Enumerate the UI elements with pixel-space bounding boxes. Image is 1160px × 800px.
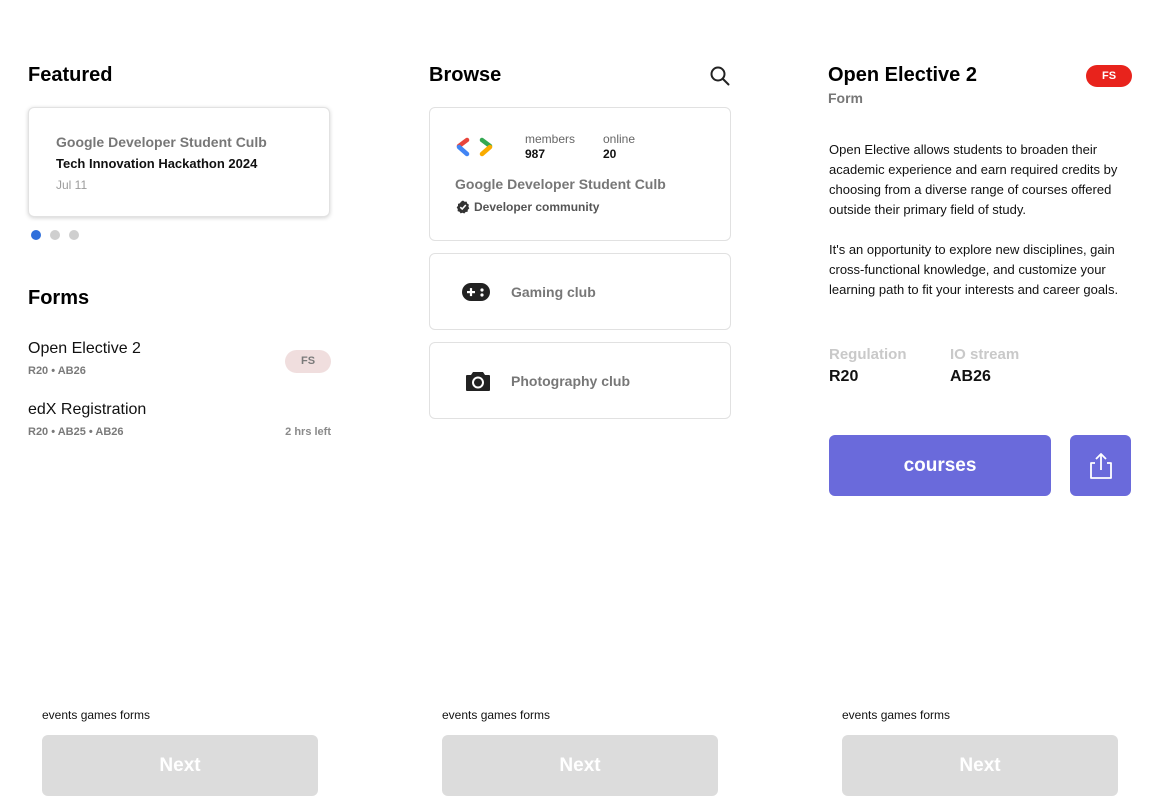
- featured-date: Jul 11: [56, 178, 88, 192]
- bottom-nav-label: events games forms: [42, 708, 151, 722]
- form-item-title: edX Registration: [28, 401, 147, 418]
- form-item-sub: R20 • AB25 • AB26: [28, 426, 124, 438]
- form-item-sub: R20 • AB26: [28, 365, 86, 377]
- courses-button[interactable]: courses: [829, 435, 1051, 496]
- community-card[interactable]: members 987 online 20 Google Developer S…: [429, 107, 731, 241]
- forms-heading: Forms: [28, 287, 90, 309]
- browse-heading: Browse: [429, 64, 502, 86]
- search-icon[interactable]: [708, 64, 732, 88]
- online-count: 20: [603, 147, 617, 161]
- gamepad-icon: [461, 281, 491, 303]
- next-button[interactable]: Next: [842, 735, 1118, 796]
- form-time-left: 2 hrs left: [285, 426, 331, 438]
- detail-paragraph-2: It's an opportunity to explore new disci…: [829, 242, 1119, 297]
- regulation-label: Regulation: [829, 346, 907, 363]
- verified-icon: [456, 200, 470, 214]
- carousel-dot-2[interactable]: [50, 230, 60, 240]
- bottom-nav-label: events games forms: [442, 708, 551, 722]
- regulation-value: R20: [829, 368, 859, 385]
- carousel-dot-3[interactable]: [69, 230, 79, 240]
- bottom-nav-label: events games forms: [842, 708, 951, 722]
- carousel-dot-1[interactable]: [31, 230, 41, 240]
- gdsc-logo: [456, 136, 496, 158]
- stream-label: IO stream: [950, 346, 1020, 363]
- detail-badge: FS: [1086, 65, 1132, 87]
- featured-org: Google Developer Student Culb: [56, 134, 267, 150]
- detail-title: Open Elective 2: [828, 64, 977, 86]
- club-name: Photography club: [511, 373, 630, 389]
- camera-icon: [465, 370, 491, 392]
- stream-value: AB26: [950, 368, 991, 385]
- club-card-gaming[interactable]: Gaming club: [429, 253, 731, 330]
- featured-heading: Featured: [28, 64, 113, 86]
- next-button[interactable]: Next: [442, 735, 718, 796]
- featured-card[interactable]: Google Developer Student Culb Tech Innov…: [28, 107, 330, 217]
- form-item-open-elective[interactable]: Open Elective 2 R20 • AB26 FS: [28, 340, 331, 384]
- members-label: members: [525, 132, 576, 146]
- next-button[interactable]: Next: [42, 735, 318, 796]
- members-count: 987: [525, 147, 546, 161]
- form-item-edx[interactable]: edX Registration R20 • AB25 • AB26 2 hrs…: [28, 401, 331, 445]
- club-card-photography[interactable]: Photography club: [429, 342, 731, 419]
- community-name: Google Developer Student Culb: [455, 176, 666, 192]
- community-tag: Developer community: [474, 200, 600, 214]
- share-icon: [1088, 452, 1114, 480]
- detail-paragraph-1: Open Elective allows students to broaden…: [829, 142, 1118, 217]
- detail-subtitle: Form: [828, 90, 863, 106]
- club-name: Gaming club: [511, 284, 596, 300]
- online-label: online: [603, 132, 636, 146]
- form-item-title: Open Elective 2: [28, 340, 141, 357]
- form-badge: FS: [285, 350, 331, 373]
- featured-title: Tech Innovation Hackathon 2024: [56, 156, 258, 171]
- share-button[interactable]: [1070, 435, 1131, 496]
